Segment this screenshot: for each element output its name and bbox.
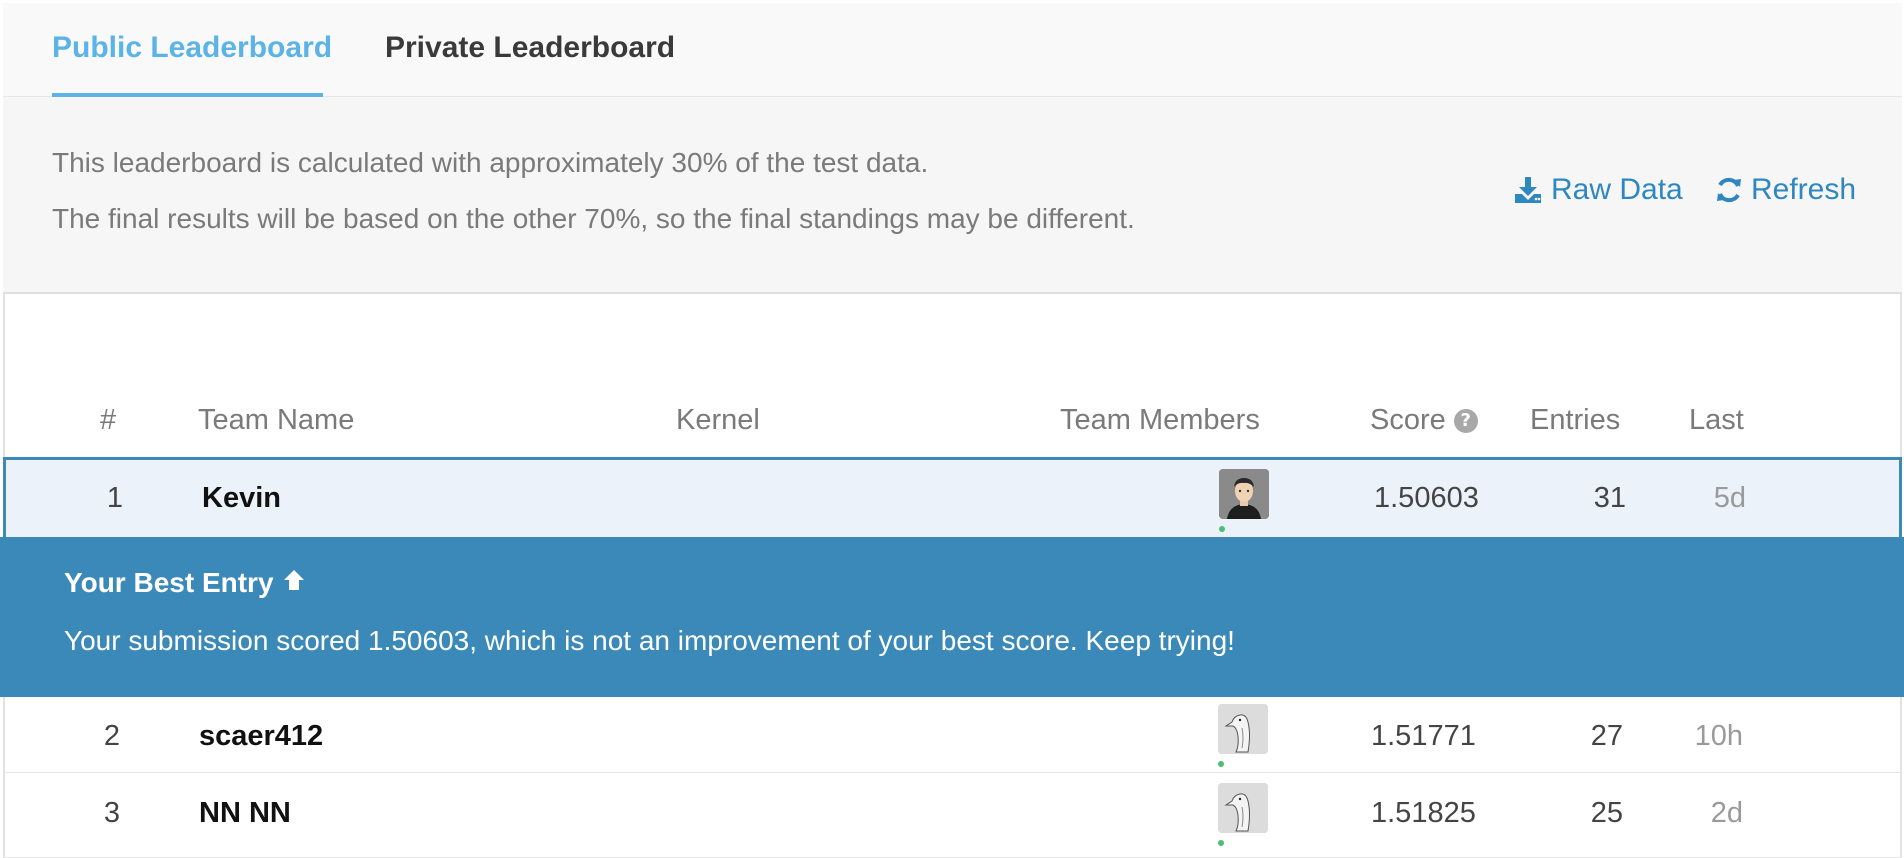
table-row[interactable]: 3 NN NN 1.51825 25 2d xyxy=(3,773,1902,858)
goose-avatar-icon[interactable] xyxy=(1218,783,1268,833)
column-header-kernel: Kernel xyxy=(676,404,760,436)
row-last: 2d xyxy=(1710,797,1743,829)
goose-avatar-icon[interactable] xyxy=(1218,704,1268,754)
banner-message: Your submission scored 1.50603, which is… xyxy=(64,625,1235,656)
info-text-line-2: The final results will be based on the o… xyxy=(52,203,1135,234)
row-entries: 27 xyxy=(1590,720,1623,752)
info-text-line-1: This leaderboard is calculated with appr… xyxy=(52,147,929,178)
row-last: 5d xyxy=(1713,482,1746,514)
refresh-icon xyxy=(1715,176,1743,204)
row-entries: 25 xyxy=(1590,797,1623,829)
leaderboard-tabs: Public Leaderboard Private Leaderboard xyxy=(3,3,1902,97)
online-status-dot xyxy=(1218,840,1224,846)
row-team-name[interactable]: scaer412 xyxy=(199,720,323,753)
best-entry-banner: Your Best Entry Your submission scored 1… xyxy=(0,537,1904,697)
refresh-link[interactable]: Refresh xyxy=(1715,173,1856,207)
row-entries: 31 xyxy=(1593,482,1626,514)
row-rank: 1 xyxy=(106,482,124,514)
tab-private-leaderboard[interactable]: Private Leaderboard xyxy=(385,31,675,65)
refresh-label: Refresh xyxy=(1751,173,1857,206)
row-team-name[interactable]: Kevin xyxy=(202,482,281,515)
score-header-label: Score xyxy=(1370,404,1446,436)
raw-data-label: Raw Data xyxy=(1551,173,1683,206)
banner-title: Your Best Entry xyxy=(64,567,306,599)
online-status-dot xyxy=(1219,526,1225,532)
raw-data-link[interactable]: Raw Data xyxy=(1513,173,1683,207)
banner-title-text: Your Best Entry xyxy=(64,567,274,598)
person-avatar-icon[interactable] xyxy=(1219,469,1269,519)
column-header-team-name: Team Name xyxy=(198,404,355,436)
column-header-last: Last xyxy=(1689,404,1744,436)
table-row[interactable]: 1 Kevin 1.50603 31 5d xyxy=(3,457,1902,537)
row-score: 1.50603 xyxy=(1374,482,1479,514)
download-icon xyxy=(1513,176,1543,204)
column-header-team-members: Team Members xyxy=(1060,404,1260,436)
column-header-score: Score ? xyxy=(1370,404,1478,437)
column-header-entries: Entries xyxy=(1530,404,1621,436)
column-header-rank: # xyxy=(100,404,117,436)
row-score: 1.51771 xyxy=(1371,720,1476,752)
row-rank: 2 xyxy=(103,720,121,752)
tab-public-leaderboard[interactable]: Public Leaderboard xyxy=(52,31,332,65)
row-team-name[interactable]: NN NN xyxy=(199,797,291,830)
row-score: 1.51825 xyxy=(1371,797,1476,829)
online-status-dot xyxy=(1218,761,1224,767)
help-icon[interactable]: ? xyxy=(1453,408,1478,433)
row-last: 10h xyxy=(1694,720,1743,752)
arrow-up-icon xyxy=(282,567,306,599)
row-rank: 3 xyxy=(103,797,121,829)
table-row[interactable]: 2 scaer412 1.51771 27 10h xyxy=(3,697,1902,773)
leaderboard-info-box: This leaderboard is calculated with appr… xyxy=(3,97,1902,294)
